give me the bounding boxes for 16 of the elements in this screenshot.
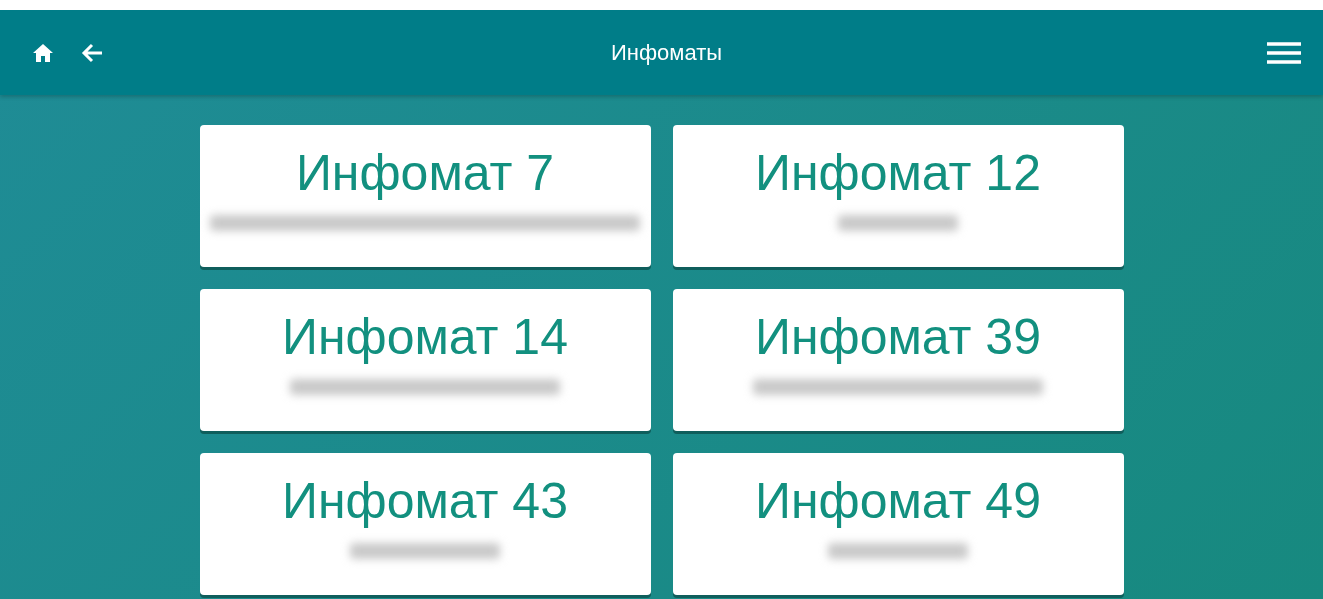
kiosk-name: Инфомат 49 <box>755 472 1041 531</box>
menu-button[interactable] <box>1267 40 1301 65</box>
kiosk-name: Инфомат 14 <box>282 308 568 367</box>
kiosk-card[interactable]: Инфомат 14 <box>199 289 651 431</box>
kiosk-card[interactable]: Инфомат 7 <box>199 125 651 267</box>
kiosk-card[interactable]: Инфомат 43 <box>199 453 651 595</box>
kiosk-name: Инфомат 7 <box>295 144 555 203</box>
back-button[interactable] <box>80 41 104 64</box>
kiosk-card[interactable]: Инфомат 49 <box>672 453 1124 595</box>
kiosk-name: Инфомат 39 <box>755 308 1041 367</box>
kiosk-name: Инфомат 43 <box>282 472 568 531</box>
kiosk-card[interactable]: Инфомат 39 <box>672 289 1124 431</box>
kiosk-name: Инфомат 12 <box>755 144 1041 203</box>
kiosk-card[interactable]: Инфомат 12 <box>672 125 1124 267</box>
page-title: Инфоматы <box>610 39 723 66</box>
home-button[interactable] <box>32 42 54 63</box>
